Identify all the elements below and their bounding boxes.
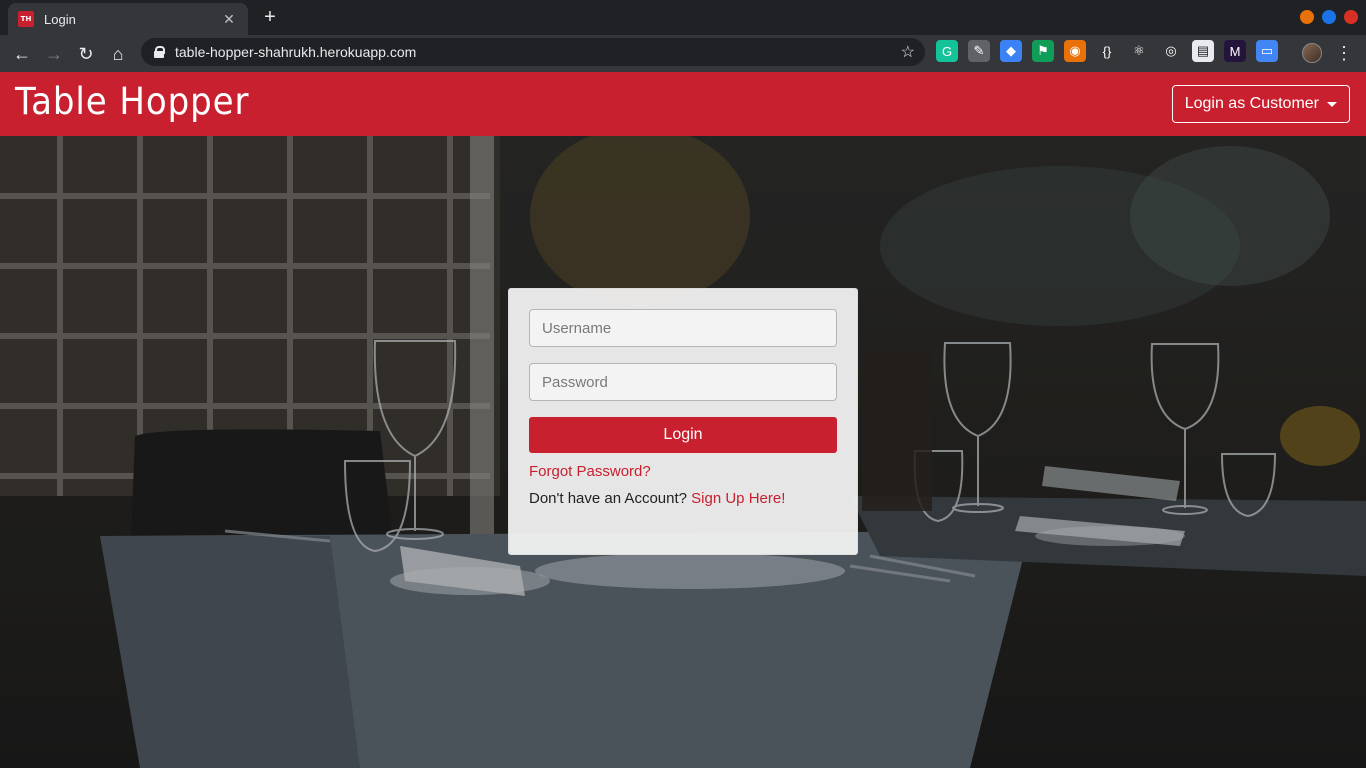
login-card: Login Forgot Password? Don't have an Acc… (508, 288, 858, 555)
login-as-dropdown[interactable]: Login as Customer (1171, 85, 1350, 123)
tab-close-icon[interactable]: ✕ (220, 11, 238, 28)
site-favicon-icon: TH (18, 11, 34, 27)
grammarly-icon[interactable]: G (936, 40, 958, 62)
back-arrow-icon[interactable]: ← (8, 40, 36, 68)
owl-icon[interactable]: ◉ (1064, 40, 1086, 62)
browser-menu-icon[interactable]: ⋮ (1334, 41, 1354, 65)
signup-prompt: Don't have an Account? Sign Up Here! (529, 490, 837, 507)
new-tab-icon[interactable]: + (258, 6, 282, 30)
url-text: table-hopper-shahrukh.herokuapp.com (175, 44, 417, 60)
login-button[interactable]: Login (529, 417, 837, 453)
target-icon[interactable]: ◎ (1160, 40, 1182, 62)
password-input[interactable] (529, 363, 837, 401)
restaurant-background-image: Login Forgot Password? Don't have an Acc… (0, 136, 1366, 768)
close-window-button[interactable] (1344, 10, 1358, 24)
m-icon[interactable]: M (1224, 40, 1246, 62)
ethereum-icon[interactable]: ◆ (1000, 40, 1022, 62)
extensions-bar: G ✎ ◆ ⚑ ◉ {} ⚛ ◎ ▤ M ▭ (936, 40, 1278, 62)
signup-link[interactable]: Sign Up Here! (691, 490, 785, 507)
braces-icon[interactable]: {} (1096, 40, 1118, 62)
window-icon[interactable]: ▭ (1256, 40, 1278, 62)
minimize-window-button[interactable] (1300, 10, 1314, 24)
bookmark-star-icon[interactable]: ☆ (901, 42, 915, 62)
browser-tab[interactable]: TH Login ✕ (8, 3, 248, 35)
forgot-password-link[interactable]: Forgot Password? (529, 463, 837, 480)
pen-icon[interactable]: ✎ (968, 40, 990, 62)
username-input[interactable] (529, 309, 837, 347)
forward-arrow-icon[interactable]: → (40, 40, 68, 68)
browser-toolbar: ← → ↻ ⌂ table-hopper-shahrukh.herokuapp.… (0, 35, 1366, 72)
home-icon[interactable]: ⌂ (104, 40, 132, 68)
tab-title: Login (44, 11, 76, 27)
react-icon[interactable]: ⚛ (1128, 40, 1150, 62)
web-page: Table Hopper Login as Customer Username … (0, 72, 1366, 768)
browser-tab-strip: TH Login ✕ + (0, 0, 1366, 35)
brand-logo[interactable]: Table Hopper (15, 80, 249, 123)
reload-icon[interactable]: ↻ (72, 40, 100, 68)
flag-icon[interactable]: ⚑ (1032, 40, 1054, 62)
no-account-text: Don't have an Account? (529, 490, 687, 507)
profile-avatar[interactable] (1302, 43, 1322, 63)
lock-icon (153, 46, 165, 58)
caret-down-icon (1327, 101, 1337, 107)
chart-icon[interactable]: ▤ (1192, 40, 1214, 62)
window-controls (1300, 10, 1358, 24)
login-as-label: Login as Customer (1184, 95, 1319, 112)
site-navbar: Table Hopper Login as Customer (0, 72, 1366, 136)
maximize-window-button[interactable] (1322, 10, 1336, 24)
address-bar[interactable]: table-hopper-shahrukh.herokuapp.com ☆ (141, 38, 925, 66)
